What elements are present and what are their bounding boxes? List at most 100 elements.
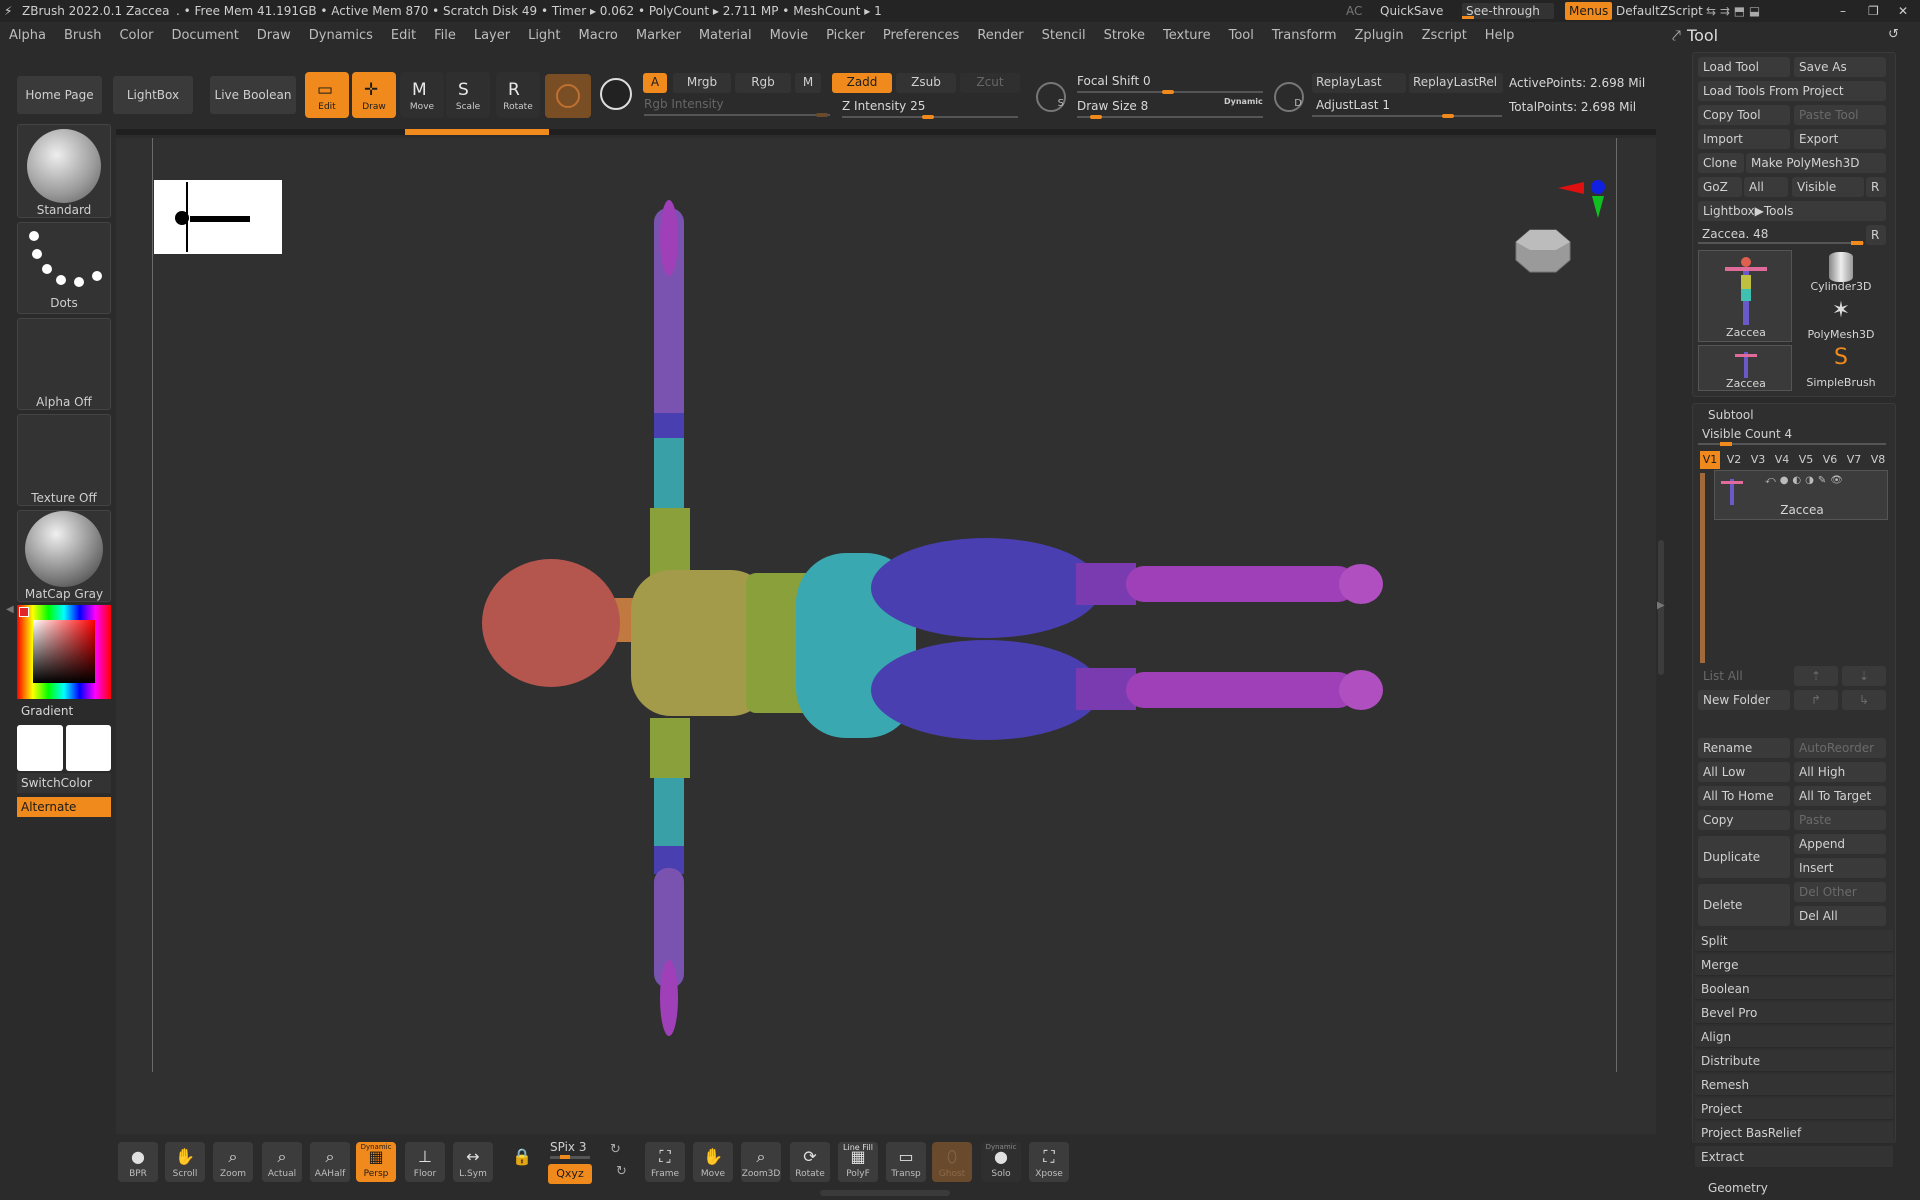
dynamic-toggle[interactable]: Dynamic bbox=[1224, 97, 1263, 106]
navigation-thumbnail[interactable] bbox=[154, 180, 282, 254]
spix-knob[interactable] bbox=[560, 1155, 570, 1159]
menu-stencil[interactable]: Stencil bbox=[1042, 22, 1086, 50]
menu-alpha[interactable]: Alpha bbox=[9, 22, 46, 50]
all-to-target-button[interactable]: All To Target bbox=[1794, 786, 1886, 806]
adjust-last-knob[interactable] bbox=[1442, 114, 1454, 118]
xyz-button[interactable]: Qxyz bbox=[548, 1164, 592, 1184]
left-shelf-arrow-icon[interactable]: ◀ bbox=[6, 604, 14, 615]
rename-button[interactable]: Rename bbox=[1698, 738, 1790, 758]
home-page-button[interactable]: Home Page bbox=[17, 76, 102, 114]
actual-button[interactable]: ⌕ Actual bbox=[262, 1142, 302, 1182]
menu-preferences[interactable]: Preferences bbox=[883, 22, 959, 50]
rotate-z-icon[interactable]: ↻ bbox=[616, 1164, 627, 1179]
zcut-button[interactable]: Zcut bbox=[960, 73, 1020, 93]
close-icon[interactable]: ✕ bbox=[1898, 0, 1908, 22]
polyf-button[interactable]: Line Fill ▦ PolyF bbox=[838, 1142, 878, 1182]
subtool-extract-section[interactable]: Extract bbox=[1695, 1146, 1893, 1168]
menu-draw[interactable]: Draw bbox=[257, 22, 291, 50]
import-button[interactable]: Import bbox=[1698, 129, 1790, 149]
menu-stroke[interactable]: Stroke bbox=[1104, 22, 1145, 50]
mrgb-button[interactable]: Mrgb bbox=[673, 73, 731, 93]
color-mode-icon[interactable] bbox=[600, 78, 632, 110]
autoreorder-button[interactable]: AutoReorder bbox=[1794, 738, 1886, 758]
xpose-button[interactable]: ⛶ Xpose bbox=[1029, 1142, 1069, 1182]
lazy-mouse-s-icon[interactable]: S bbox=[1036, 82, 1066, 112]
menu-edit[interactable]: Edit bbox=[391, 22, 416, 50]
tool-thumb-zaccea-small[interactable]: Zaccea bbox=[1698, 345, 1792, 391]
paste-tool-button[interactable]: Paste Tool bbox=[1794, 105, 1886, 125]
move-view-button[interactable]: ✋ Move bbox=[693, 1142, 733, 1182]
viewport-canvas[interactable] bbox=[116, 138, 1656, 1134]
persp-button[interactable]: Dynamic ▦ Persp bbox=[356, 1142, 396, 1182]
menu-macro[interactable]: Macro bbox=[579, 22, 618, 50]
subtool-distribute-section[interactable]: Distribute bbox=[1695, 1050, 1893, 1072]
tool-thumb-polymesh[interactable]: ✶ PolyMesh3D bbox=[1795, 298, 1887, 342]
lsym-button[interactable]: ↔ L.Sym bbox=[453, 1142, 493, 1182]
menu-zscript[interactable]: Zscript bbox=[1422, 22, 1467, 50]
lightbox-tools-button[interactable]: Lightbox▶Tools bbox=[1698, 201, 1886, 221]
frame-button[interactable]: ⛶ Frame bbox=[645, 1142, 685, 1182]
goz-visible-button[interactable]: Visible bbox=[1792, 177, 1864, 197]
lock-button[interactable]: 🔒 bbox=[502, 1142, 542, 1182]
folder-in-icon[interactable]: ↱ bbox=[1794, 690, 1838, 710]
menus-toggle[interactable]: Menus bbox=[1565, 2, 1613, 20]
focal-shift-slider[interactable]: Focal Shift 0 bbox=[1077, 74, 1151, 88]
clone-button[interactable]: Clone bbox=[1698, 153, 1744, 173]
export-button[interactable]: Export bbox=[1794, 129, 1886, 149]
floor-button[interactable]: ⊥ Floor bbox=[405, 1142, 445, 1182]
menu-tool[interactable]: Tool bbox=[1229, 22, 1254, 50]
del-all-button[interactable]: Del All bbox=[1794, 906, 1886, 926]
menu-material[interactable]: Material bbox=[699, 22, 752, 50]
ac-label[interactable]: AC bbox=[1346, 0, 1362, 22]
visibility-tab-v7[interactable]: V7 bbox=[1844, 451, 1864, 469]
zaccea-3d-model[interactable] bbox=[356, 198, 1536, 1098]
paste-button[interactable]: Paste bbox=[1794, 810, 1886, 830]
spix-track[interactable] bbox=[550, 1156, 590, 1159]
subtool-list-scrollbar[interactable] bbox=[1700, 473, 1705, 663]
menu-document[interactable]: Document bbox=[171, 22, 238, 50]
all-to-home-button[interactable]: All To Home bbox=[1698, 786, 1790, 806]
z-intensity-slider[interactable]: Z Intensity 25 bbox=[842, 99, 925, 113]
layout-icons[interactable]: ⇆ ⇉ ⬒ ⬓ bbox=[1706, 0, 1760, 22]
menu-brush[interactable]: Brush bbox=[64, 22, 102, 50]
alternate-button[interactable]: Alternate bbox=[17, 797, 111, 817]
material-matcap-tile[interactable]: MatCap Gray bbox=[17, 510, 111, 602]
tool-thumb-zaccea-main[interactable]: Zaccea bbox=[1698, 250, 1792, 342]
load-tool-button[interactable]: Load Tool bbox=[1698, 57, 1790, 77]
texture-off-tile[interactable]: Texture Off bbox=[17, 414, 111, 506]
rgb-intensity-track[interactable] bbox=[644, 114, 830, 116]
stroke-dots-tile[interactable]: Dots bbox=[17, 222, 111, 314]
visibility-tab-v1[interactable]: V1 bbox=[1700, 451, 1720, 469]
draw-button[interactable]: ✛ Draw bbox=[352, 72, 396, 118]
move-button[interactable]: M Move bbox=[400, 72, 444, 118]
draw-size-track[interactable] bbox=[1077, 116, 1263, 118]
aahalf-button[interactable]: ⌕ AAHalf bbox=[310, 1142, 350, 1182]
adjust-last-slider[interactable]: AdjustLast 1 bbox=[1316, 98, 1390, 112]
alpha-off-tile[interactable]: Alpha Off bbox=[17, 318, 111, 410]
focal-shift-knob[interactable] bbox=[1162, 90, 1174, 94]
goz-button[interactable]: GoZ bbox=[1698, 177, 1742, 197]
subtool-project-section[interactable]: Project bbox=[1695, 1098, 1893, 1120]
delete-button[interactable]: Delete bbox=[1698, 884, 1790, 926]
scale-button[interactable]: S Scale bbox=[446, 72, 490, 118]
menu-color[interactable]: Color bbox=[119, 22, 153, 50]
draw-size-knob[interactable] bbox=[1090, 115, 1102, 119]
adjust-last-track[interactable] bbox=[1312, 115, 1502, 117]
maximize-icon[interactable]: ❐ bbox=[1868, 0, 1879, 22]
edit-button[interactable]: ▭ Edit bbox=[305, 72, 349, 118]
right-shelf-arrow-icon[interactable]: ▶ bbox=[1657, 600, 1665, 611]
visible-count-knob[interactable] bbox=[1720, 442, 1732, 446]
folder-out-icon[interactable]: ↳ bbox=[1842, 690, 1886, 710]
zadd-button[interactable]: Zadd bbox=[832, 73, 892, 93]
zsub-button[interactable]: Zsub bbox=[896, 73, 956, 93]
color-picker[interactable] bbox=[17, 605, 111, 699]
tool-thumb-simplebrush[interactable]: S SimpleBrush bbox=[1795, 345, 1887, 391]
brush-standard-tile[interactable]: Standard bbox=[17, 124, 111, 218]
tool-slider-track[interactable] bbox=[1698, 242, 1864, 244]
visibility-tab-v4[interactable]: V4 bbox=[1772, 451, 1792, 469]
visibility-tab-v3[interactable]: V3 bbox=[1748, 451, 1768, 469]
rotate-view-button[interactable]: ⟳ Rotate bbox=[790, 1142, 830, 1182]
insert-button[interactable]: Insert bbox=[1794, 858, 1886, 878]
quicksave-button[interactable]: QuickSave bbox=[1380, 0, 1443, 22]
menu-dynamics[interactable]: Dynamics bbox=[309, 22, 373, 50]
